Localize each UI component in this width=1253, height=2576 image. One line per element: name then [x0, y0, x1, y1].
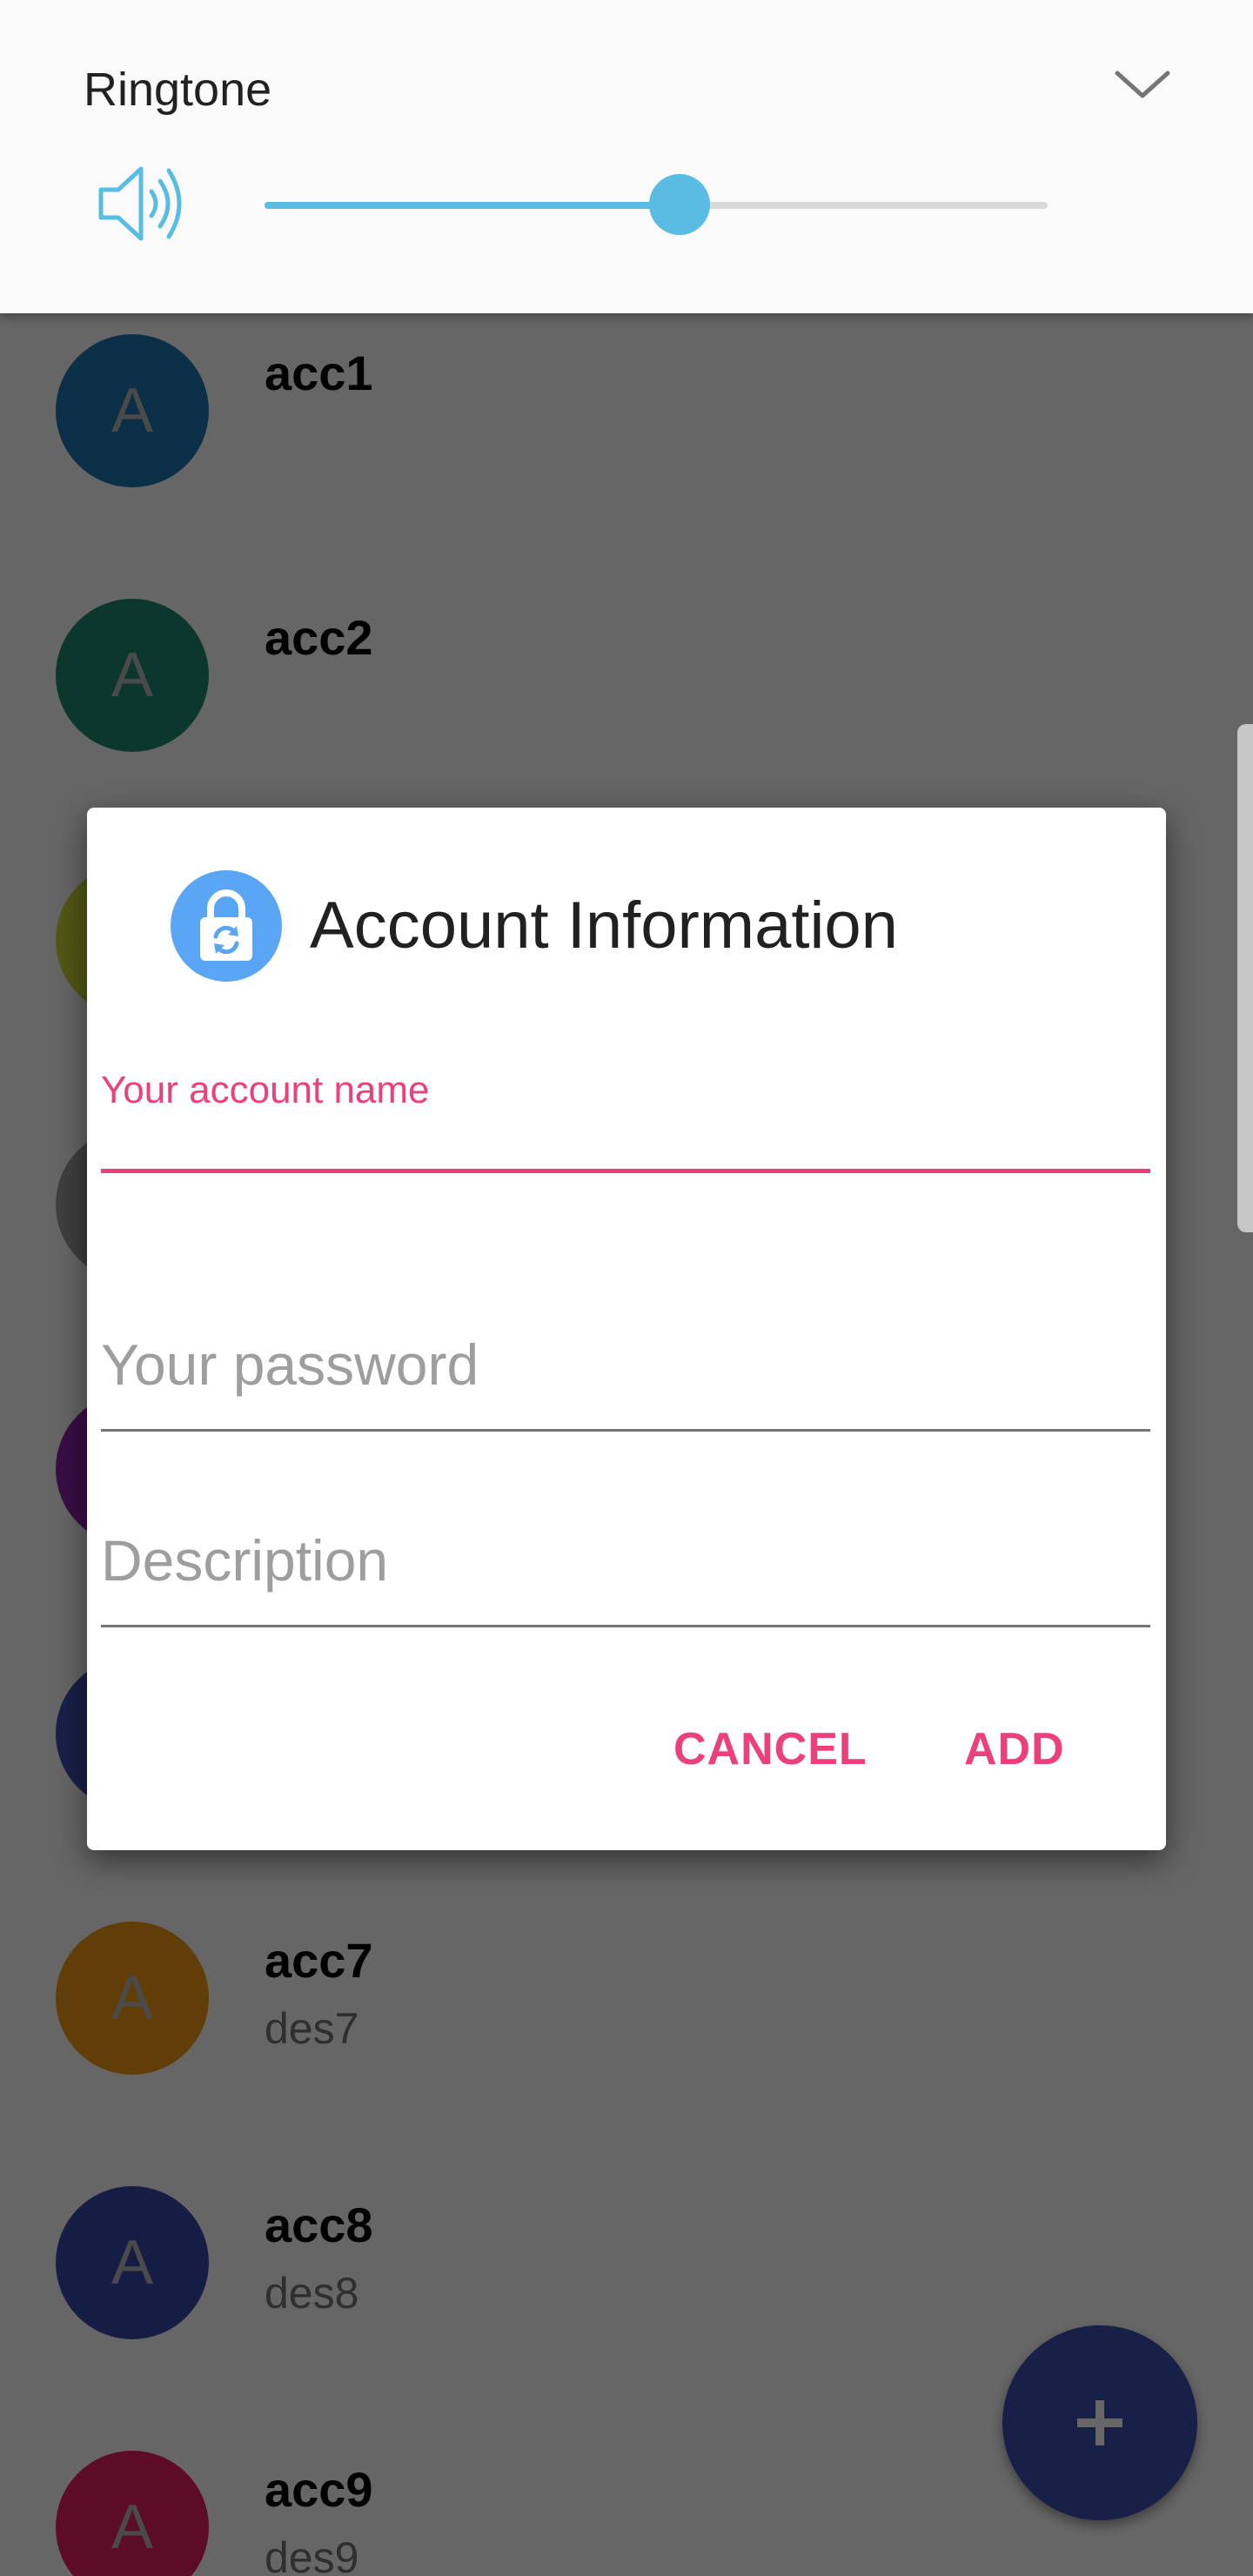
lock-sync-icon: [171, 870, 282, 982]
volume-panel: Ringtone: [0, 0, 1253, 313]
speaker-volume-icon[interactable]: [96, 162, 183, 245]
password-input[interactable]: [101, 1330, 1150, 1399]
cancel-button[interactable]: CANCEL: [673, 1723, 868, 1775]
account-name-label: Your account name: [101, 1069, 430, 1111]
dialog-title: Account Information: [310, 889, 898, 963]
add-button[interactable]: ADD: [964, 1723, 1065, 1775]
volume-slider[interactable]: [265, 171, 1048, 240]
account-name-input[interactable]: [101, 1114, 1150, 1175]
account-information-dialog: Account Information Your account name CA…: [87, 808, 1166, 1850]
description-underline: [101, 1625, 1150, 1627]
account-name-underline: [101, 1169, 1150, 1173]
password-field[interactable]: [101, 1330, 1150, 1399]
chevron-down-icon[interactable]: [1114, 68, 1171, 103]
slider-fill: [265, 202, 680, 209]
account-name-field[interactable]: Your account name: [101, 1069, 1150, 1182]
description-input[interactable]: [101, 1526, 1150, 1595]
password-underline: [101, 1429, 1150, 1432]
slider-thumb[interactable]: [649, 174, 710, 235]
volume-stream-title: Ringtone: [84, 64, 272, 116]
scrollbar[interactable]: [1237, 724, 1253, 1232]
description-field[interactable]: [101, 1526, 1150, 1595]
